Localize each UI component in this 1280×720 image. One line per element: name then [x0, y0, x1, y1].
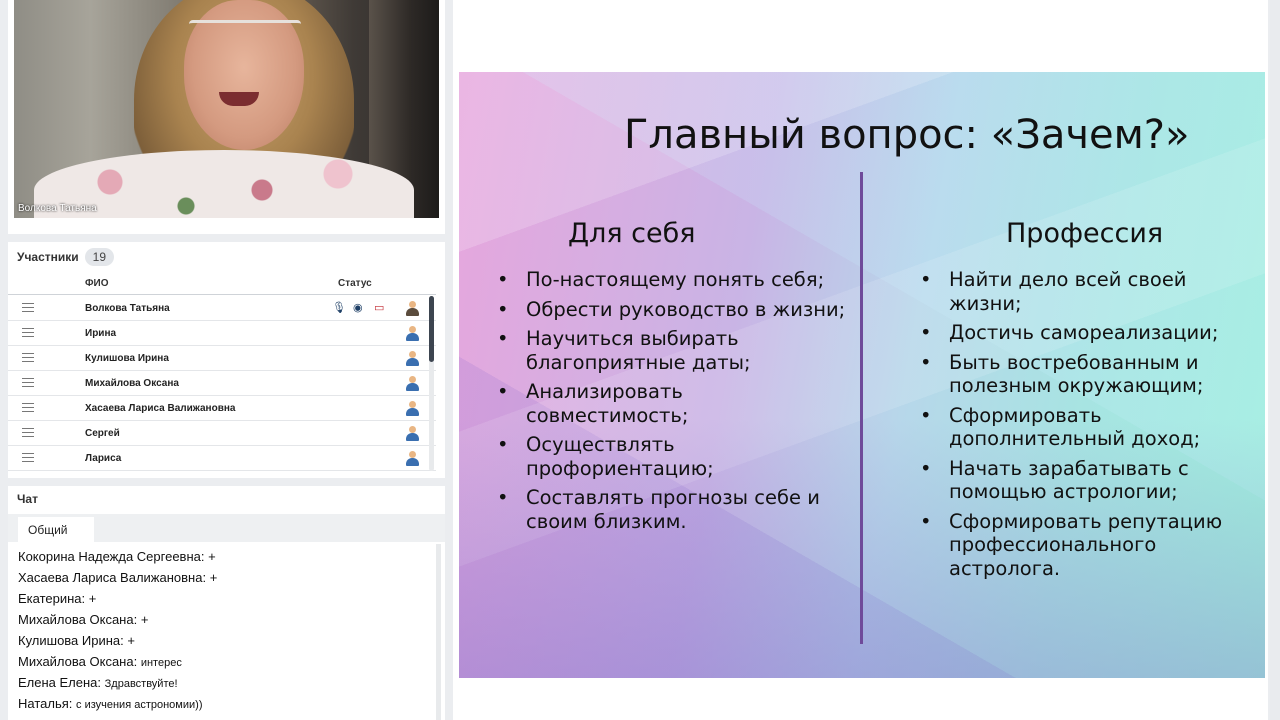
bullet-item: Быть востребованным и полезным окружающи… [920, 351, 1250, 398]
participant-row[interactable]: Лариса [8, 446, 436, 471]
participant-name: Лариса [85, 453, 122, 464]
drag-handle-icon[interactable] [22, 403, 34, 412]
chat-message: Михайлова Оксана: + [18, 612, 438, 633]
message-text: + [208, 549, 216, 564]
left-column-heading: Для себя [568, 218, 696, 249]
participants-scrollbar-thumb[interactable] [429, 296, 434, 362]
user-icon [406, 376, 419, 391]
participants-title: Участники [17, 250, 79, 264]
bullet-item: Сформировать дополнительный доход; [920, 404, 1250, 451]
drag-handle-icon[interactable] [22, 428, 34, 437]
participant-name: Михайлова Оксана [85, 378, 179, 389]
participants-list: Волкова Татьяна 🎙 ◉ ▭ Ирина Кулишова Ири… [8, 296, 436, 471]
participants-count-badge: 19 [84, 248, 115, 266]
chat-scrollbar[interactable] [436, 544, 441, 720]
user-icon [406, 451, 419, 466]
message-author: Кокорина Надежда Сергеевна: [18, 549, 205, 564]
speaker-video[interactable]: Волкова Татьяна [14, 0, 439, 218]
left-bullet-list: По-настоящему понять себя; Обрести руков… [497, 268, 847, 539]
participant-name: Хасаева Лариса Валижановна [85, 403, 236, 414]
bullet-item: Найти дело всей своей жизни; [920, 268, 1250, 315]
drag-handle-icon[interactable] [22, 353, 34, 362]
participant-name: Волкова Татьяна [85, 303, 170, 314]
message-author: Екатерина: [18, 591, 86, 606]
chat-message: Екатерина: + [18, 591, 438, 612]
bullet-item: Научиться выбирать благоприятные даты; [497, 327, 847, 374]
page-scrollbar[interactable] [1270, 0, 1280, 720]
user-icon [406, 351, 419, 366]
message-author: Кулишова Ирина: [18, 633, 124, 648]
webcam-icon[interactable]: ◉ [353, 302, 363, 314]
participants-scrollbar[interactable] [429, 296, 434, 471]
participant-name: Кулишова Ирина [85, 353, 169, 364]
bullet-item: Анализировать совместимость; [497, 380, 847, 427]
message-author: Хасаева Лариса Валижановна: [18, 570, 207, 585]
participant-name: Ирина [85, 328, 117, 339]
screen-share-off-icon[interactable]: ▭ [374, 302, 384, 314]
slide-column-divider [860, 172, 863, 644]
column-header-name[interactable]: ФИО [85, 278, 109, 289]
bullet-item: Обрести руководство в жизни; [497, 298, 847, 322]
message-text: + [88, 591, 97, 606]
message-text: с изучения астрономии)) [76, 699, 203, 711]
participants-header: Участники 19 [17, 248, 115, 266]
chat-message: Елена Елена: Здравствуйте! [18, 675, 438, 696]
user-icon [406, 326, 419, 341]
message-author: Михайлова Оксана: [18, 654, 138, 669]
message-author: Наталья: [18, 696, 73, 711]
chat-message: Кокорина Надежда Сергеевна: + [18, 549, 438, 570]
participant-row[interactable]: Ирина [8, 321, 436, 346]
video-panel: Волкова Татьяна [8, 0, 445, 234]
bullet-item: Сформировать репутацию профессионального… [920, 510, 1250, 581]
column-header-status[interactable]: Статус [338, 278, 372, 289]
chat-messages: Кокорина Надежда Сергеевна: + Хасаева Ла… [18, 549, 438, 717]
drag-handle-icon[interactable] [22, 328, 34, 337]
participant-row[interactable]: Кулишова Ирина [8, 346, 436, 371]
drag-handle-icon[interactable] [22, 303, 34, 312]
message-text: интерес [140, 657, 182, 669]
chat-message: Хасаева Лариса Валижановна: + [18, 570, 438, 591]
microphone-icon[interactable]: 🎙 [332, 302, 346, 314]
message-text: + [209, 570, 218, 585]
message-text: + [140, 612, 149, 627]
participant-row[interactable]: Михайлова Оксана [8, 371, 436, 396]
chat-panel: Чат Общий Кокорина Надежда Сергеевна: + … [8, 486, 445, 720]
right-column-heading: Профессия [1006, 218, 1164, 249]
presentation-area: Главный вопрос: «Зачем?» Для себя Профес… [453, 0, 1268, 720]
message-text: + [127, 633, 135, 648]
host-user-icon [406, 301, 419, 316]
chat-tab-general[interactable]: Общий [18, 517, 94, 542]
speaker-name-label: Волкова Татьяна [18, 203, 97, 214]
participant-name: Сергей [85, 428, 120, 439]
message-author: Елена Елена: [18, 675, 102, 690]
chat-message: Наталья: с изучения астрономии)) [18, 696, 438, 717]
bullet-item: Достичь самореализации; [920, 321, 1250, 345]
bullet-item: Осуществлять профориентацию; [497, 433, 847, 480]
chat-message: Михайлова Оксана: интерес [18, 654, 438, 675]
message-text: Здравствуйте! [104, 678, 178, 690]
participants-panel: Участники 19 ФИО Статус Волкова Татьяна … [8, 242, 445, 478]
chat-title: Чат [17, 492, 38, 506]
participant-row[interactable]: Сергей [8, 421, 436, 446]
participant-row[interactable]: Волкова Татьяна 🎙 ◉ ▭ [8, 296, 436, 321]
bullet-item: Составлять прогнозы себе и своим близким… [497, 486, 847, 533]
participant-row[interactable]: Хасаева Лариса Валижановна [8, 396, 436, 421]
drag-handle-icon[interactable] [22, 453, 34, 462]
user-icon [406, 401, 419, 416]
drag-handle-icon[interactable] [22, 378, 34, 387]
participants-table-header: ФИО Статус [8, 273, 436, 295]
chat-message: Кулишова Ирина: + [18, 633, 438, 654]
video-person-glasses [189, 20, 301, 38]
bullet-item: Начать зарабатывать с помощью астрологии… [920, 457, 1250, 504]
message-author: Михайлова Оксана: [18, 612, 138, 627]
slide-title: Главный вопрос: «Зачем?» [624, 112, 1190, 158]
bullet-item: По-настоящему понять себя; [497, 268, 847, 292]
presentation-slide: Главный вопрос: «Зачем?» Для себя Профес… [459, 72, 1265, 678]
right-bullet-list: Найти дело всей своей жизни; Достичь сам… [920, 268, 1250, 586]
chat-tab-bar: Общий [8, 514, 445, 542]
user-icon [406, 426, 419, 441]
